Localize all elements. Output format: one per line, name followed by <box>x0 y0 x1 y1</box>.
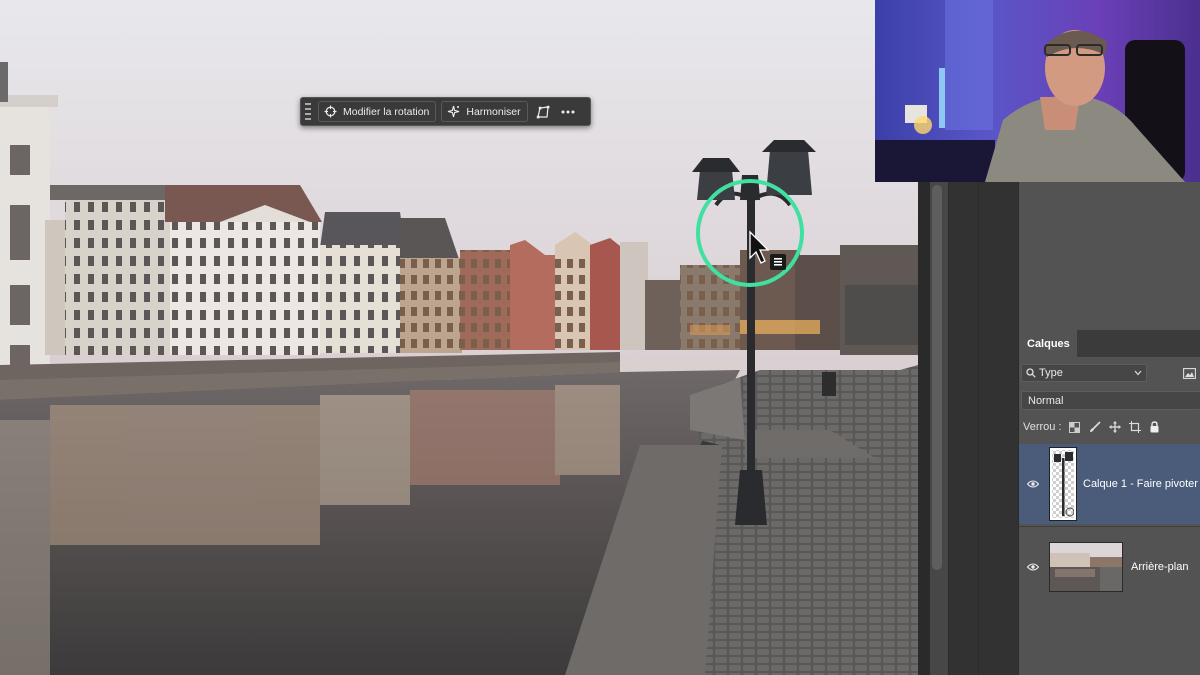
modify-rotation-label: Modifier la rotation <box>343 105 430 118</box>
layer-thumbnail <box>1049 541 1123 592</box>
menu-badge-icon <box>770 254 786 270</box>
chevron-down-icon <box>1134 370 1142 376</box>
image-filter-button[interactable] <box>1181 365 1197 381</box>
perspective-transform-button[interactable] <box>533 101 553 122</box>
layer-name: Calque 1 - Faire pivoter <box>1083 478 1198 490</box>
contextual-taskbar: Modifier la rotation Harmoniser <box>300 97 591 126</box>
lock-row: Verrou : <box>1023 418 1162 436</box>
more-dots-icon <box>561 110 575 113</box>
harmonize-label: Harmoniser <box>466 105 521 118</box>
lock-all-icon[interactable] <box>1148 420 1162 434</box>
layer-row-background[interactable]: Arrière-plan <box>1019 526 1200 606</box>
layer-filter-label: Type <box>1039 367 1063 379</box>
layer-row-calque-1[interactable]: Calque 1 - Faire pivoter <box>1019 444 1200 524</box>
sparkle-icon <box>448 105 460 118</box>
layers-tabbar: Calques <box>1019 330 1200 357</box>
visibility-toggle[interactable] <box>1019 480 1047 488</box>
layers-panel: Calques Type Normal Verrou : Calque 1 - … <box>1018 330 1200 675</box>
image-filter-icon <box>1182 367 1196 379</box>
drag-grip-icon[interactable] <box>305 103 311 120</box>
rotate-crosshair-icon <box>324 105 337 118</box>
classic-buildings <box>45 185 322 355</box>
eye-icon <box>1027 562 1039 571</box>
search-icon <box>1026 368 1036 378</box>
lock-label: Verrou : <box>1023 421 1062 433</box>
lock-move-icon[interactable] <box>1108 420 1122 434</box>
layer-name: Arrière-plan <box>1131 560 1189 573</box>
upper-panel <box>1018 182 1200 330</box>
layer-filter-select[interactable]: Type <box>1021 364 1147 382</box>
eye-icon <box>1027 480 1039 488</box>
blend-mode-select[interactable]: Normal <box>1021 391 1200 410</box>
visibility-toggle[interactable] <box>1019 562 1047 571</box>
presenter-video <box>875 0 1200 182</box>
layer-thumbnail <box>1049 447 1077 521</box>
harmonize-button[interactable]: Harmoniser <box>441 101 528 122</box>
modify-rotation-button[interactable]: Modifier la rotation <box>318 101 437 122</box>
lock-artboard-icon[interactable] <box>1128 420 1142 434</box>
webcam-overlay <box>875 0 1200 182</box>
lock-brush-icon[interactable] <box>1088 420 1102 434</box>
lock-transparency-icon[interactable] <box>1068 420 1082 434</box>
more-options-button[interactable] <box>558 101 578 122</box>
canvas-scrollbar[interactable] <box>932 185 942 570</box>
tab-layers[interactable]: Calques <box>1019 330 1077 357</box>
perspective-transform-icon <box>536 105 550 118</box>
